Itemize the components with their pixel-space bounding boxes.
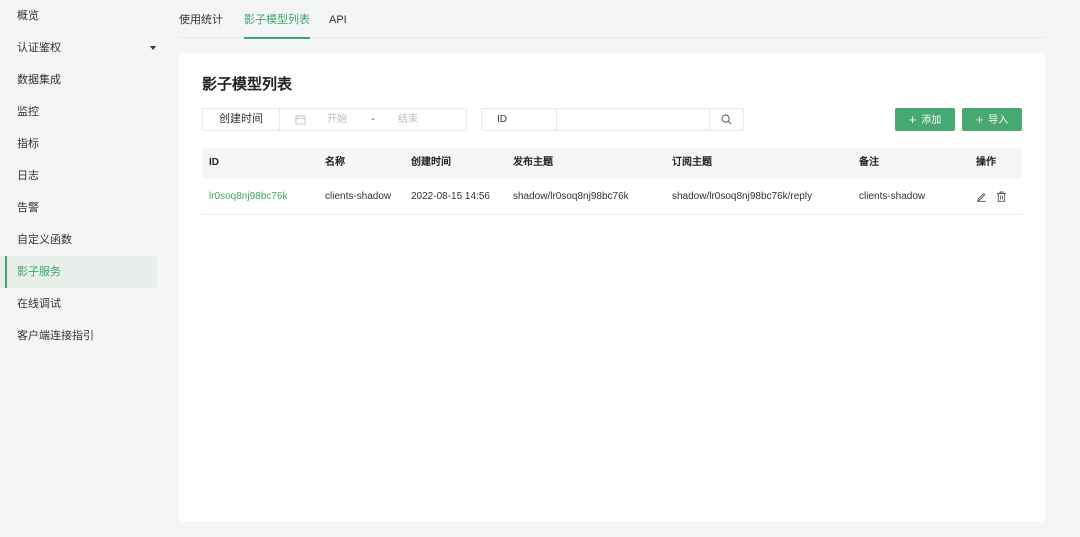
sidebar-item-monitoring[interactable]: 监控: [0, 96, 157, 128]
add-button[interactable]: + 添加: [895, 108, 955, 131]
sidebar-item-label: 认证鉴权: [17, 42, 61, 54]
sidebar: 概览 认证鉴权 数据集成 监控 指标 日志 告警 自定义函数 影子服务 在线调试…: [0, 0, 157, 537]
sidebar-item-label: 影子服务: [17, 266, 61, 278]
sidebar-item-label: 客户端连接指引: [17, 330, 94, 342]
column-header-created: 创建时间: [411, 157, 451, 168]
row-name: clients-shadow: [325, 191, 392, 202]
column-header-note: 备注: [859, 157, 879, 168]
sidebar-item-label: 日志: [17, 170, 39, 182]
row-pub-topic: shadow/lr0soq8nj98bc76k: [513, 191, 629, 202]
tab-bar: 使用统计 影子模型列表 API: [179, 0, 1045, 39]
import-button[interactable]: + 导入: [962, 108, 1022, 131]
row-sub-topic: shadow/lr0soq8nj98bc76k/reply: [672, 191, 813, 202]
table-header: ID 名称 创建时间 发布主题 订阅主题 备注 操作: [202, 148, 1022, 178]
shadow-model-table: ID 名称 创建时间 发布主题 订阅主题 备注 操作 lr0soq8nj98bc…: [202, 148, 1022, 215]
plus-icon: +: [975, 112, 984, 127]
add-button-label: 添加: [921, 115, 942, 126]
page-title: 影子模型列表: [202, 76, 293, 93]
edit-icon[interactable]: [976, 191, 987, 202]
caret-down-icon: [150, 32, 160, 64]
import-button-label: 导入: [988, 115, 1009, 126]
search-field-label: ID: [482, 109, 557, 130]
date-separator: -: [371, 113, 375, 125]
column-header-name: 名称: [325, 157, 345, 168]
plus-icon: +: [908, 112, 917, 127]
row-note: clients-shadow: [859, 191, 926, 202]
sidebar-item-label: 监控: [17, 106, 39, 118]
calendar-icon: [295, 114, 306, 125]
start-date-input[interactable]: 开始: [327, 109, 347, 130]
sidebar-item-shadow-service[interactable]: 影子服务: [0, 256, 157, 288]
column-header-sub-topic: 订阅主题: [672, 157, 712, 168]
tab-usage-stats[interactable]: 使用统计: [179, 0, 223, 38]
column-header-pub-topic: 发布主题: [513, 157, 553, 168]
tab-api[interactable]: API: [329, 0, 347, 38]
sidebar-item-client-guide[interactable]: 客户端连接指引: [0, 320, 157, 352]
sidebar-item-label: 数据集成: [17, 74, 61, 86]
tab-shadow-model-list[interactable]: 影子模型列表: [244, 0, 310, 39]
column-header-id: ID: [209, 157, 219, 168]
search-button[interactable]: [709, 109, 743, 130]
sidebar-item-online-debug[interactable]: 在线调试: [0, 288, 157, 320]
sidebar-item-overview[interactable]: 概览: [0, 0, 157, 32]
id-search-box: ID: [481, 108, 744, 131]
sidebar-item-metrics[interactable]: 指标: [0, 128, 157, 160]
main-card: 影子模型列表 创建时间 开始 - 结束 ID + 添加 + 导入 ID 名称 创建时…: [179, 53, 1045, 522]
sidebar-item-alerts[interactable]: 告警: [0, 192, 157, 224]
sidebar-item-label: 概览: [17, 10, 39, 22]
column-header-actions: 操作: [976, 157, 996, 168]
sidebar-item-label: 告警: [17, 202, 39, 214]
search-icon: [721, 114, 732, 125]
sidebar-item-logs[interactable]: 日志: [0, 160, 157, 192]
sidebar-item-custom-functions[interactable]: 自定义函数: [0, 224, 157, 256]
sidebar-item-auth[interactable]: 认证鉴权: [0, 32, 157, 64]
row-id-link[interactable]: lr0soq8nj98bc76k: [209, 178, 287, 215]
id-search-input[interactable]: [558, 109, 708, 130]
sidebar-item-label: 指标: [17, 138, 39, 150]
sidebar-item-data-integration[interactable]: 数据集成: [0, 64, 157, 96]
date-range-filter[interactable]: 创建时间 开始 - 结束: [202, 108, 467, 131]
delete-icon[interactable]: [996, 191, 1007, 202]
sidebar-item-label: 在线调试: [17, 298, 61, 310]
sidebar-item-label: 自定义函数: [17, 234, 72, 246]
table-row: lr0soq8nj98bc76k clients-shadow 2022-08-…: [202, 178, 1022, 215]
date-range-label: 创建时间: [203, 109, 280, 130]
end-date-input[interactable]: 结束: [398, 109, 418, 130]
row-created: 2022-08-15 14:56: [411, 191, 490, 202]
